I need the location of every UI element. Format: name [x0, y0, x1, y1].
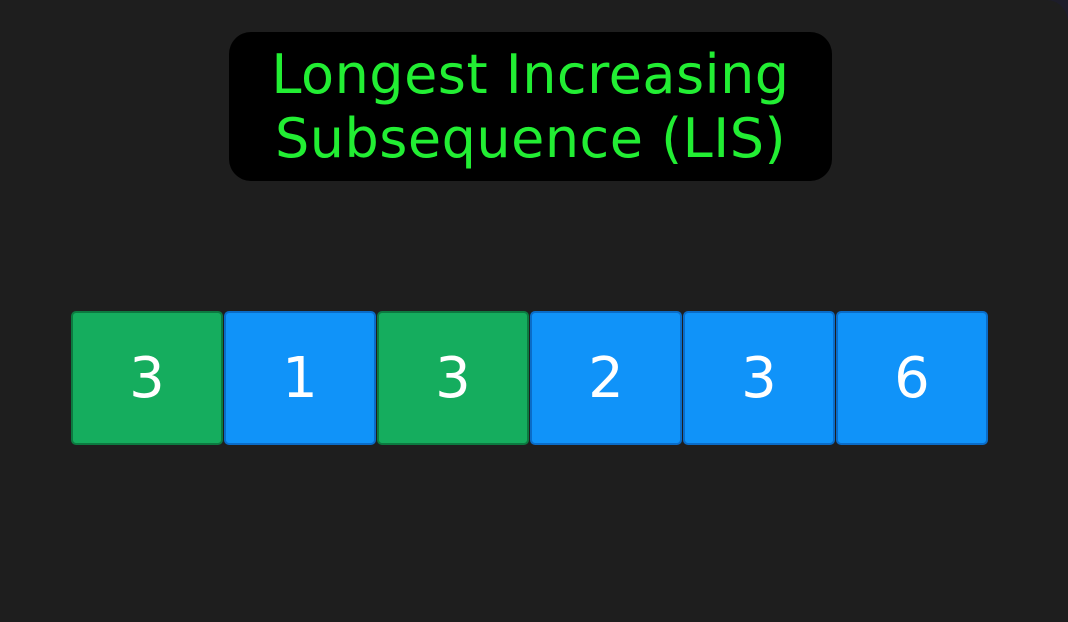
array-cell-2: 3 — [377, 311, 529, 445]
array-cell-3: 2 — [530, 311, 682, 445]
array-cell-5: 6 — [836, 311, 988, 445]
title-line-2: Subsequence (LIS) — [274, 107, 787, 170]
array-cell-0: 3 — [71, 311, 223, 445]
title-banner: Longest Increasing Subsequence (LIS) — [229, 32, 832, 181]
slide-canvas: Longest Increasing Subsequence (LIS) 3 1… — [0, 0, 1068, 622]
array-cell-4: 3 — [683, 311, 835, 445]
title-line-1: Longest Increasing — [271, 43, 790, 106]
array-row: 3 1 3 2 3 6 — [71, 311, 989, 445]
array-cell-1: 1 — [224, 311, 376, 445]
